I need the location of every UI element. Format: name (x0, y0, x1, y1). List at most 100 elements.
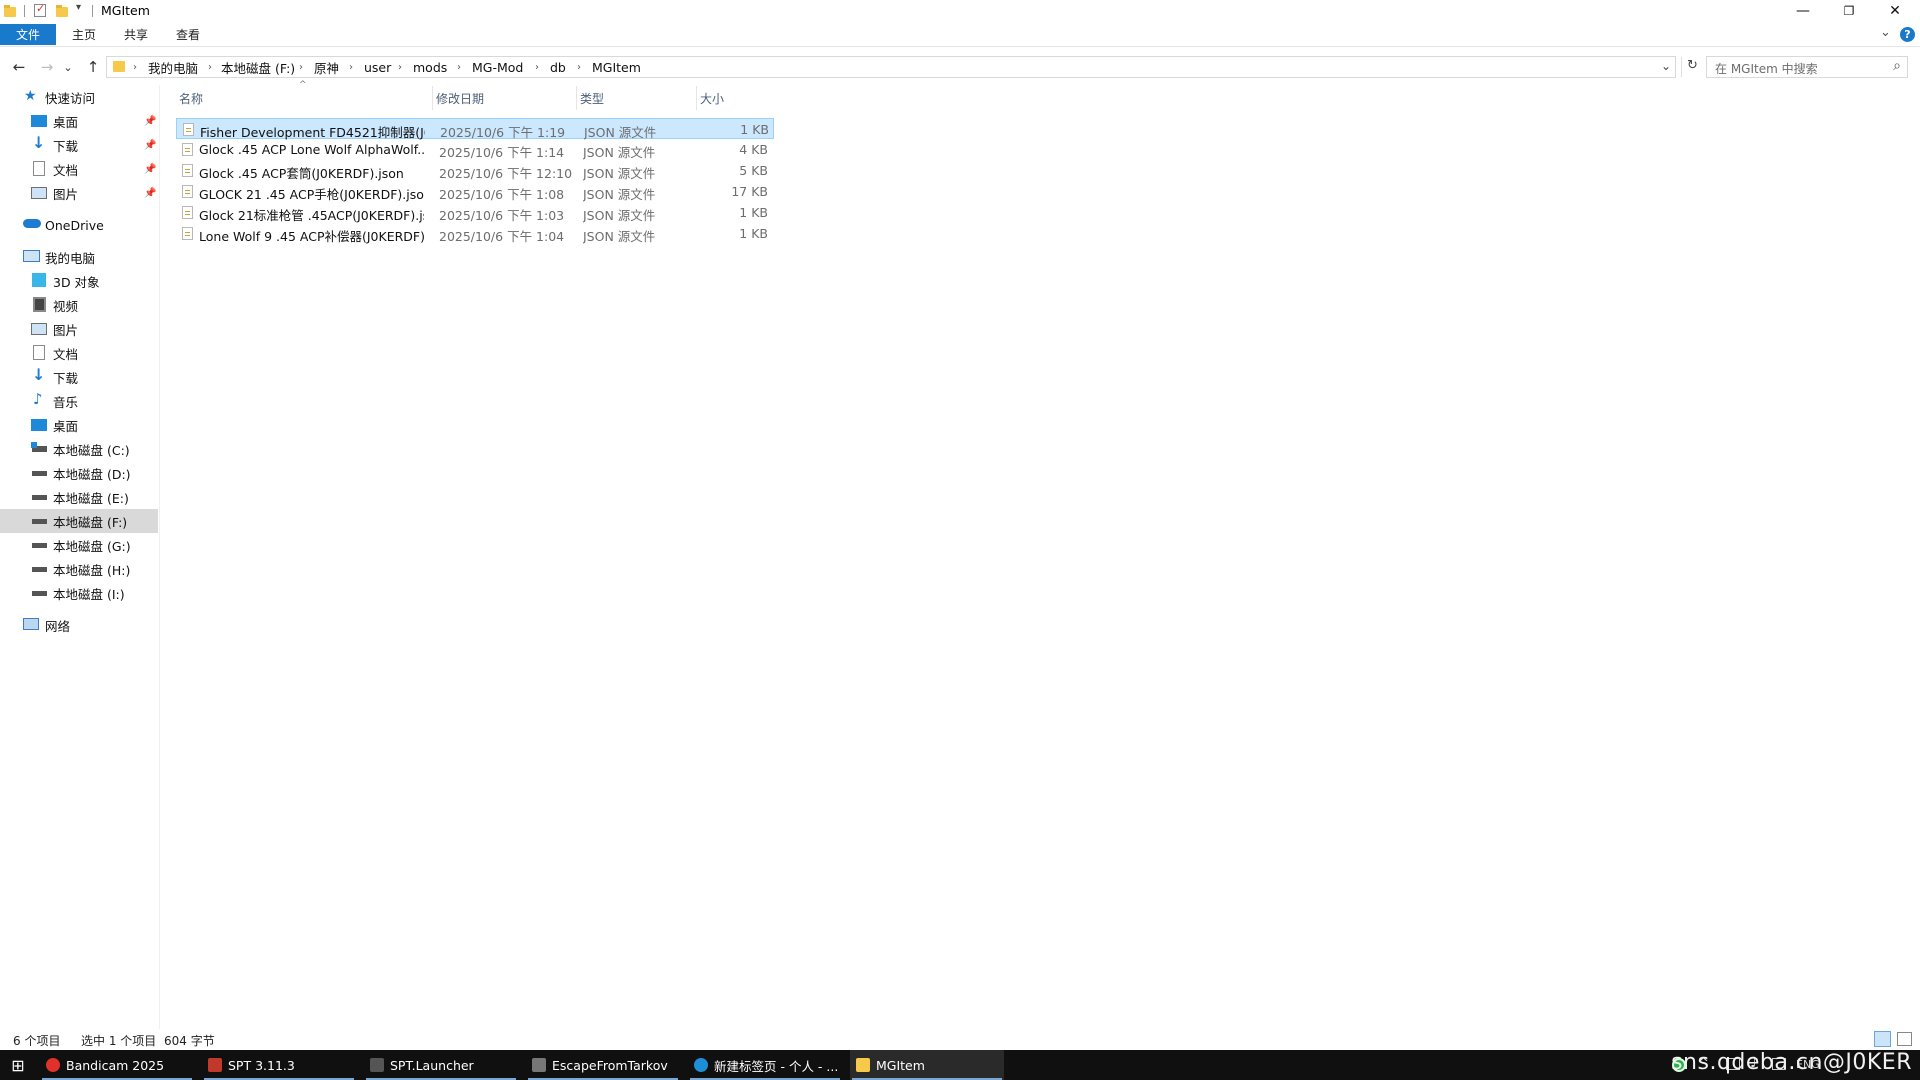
sidebar-item-drive-g[interactable]: 本地磁盘 (G:) (0, 533, 158, 557)
taskbar-app-label: Bandicam 2025 (66, 1057, 165, 1073)
star-icon: ★ (24, 88, 37, 104)
sidebar-item-drive-i[interactable]: 本地磁盘 (I:) (0, 581, 158, 605)
sidebar-item-downloads-pc[interactable]: ↓ 下载 (0, 365, 158, 389)
sidebar-item-desktop[interactable]: 桌面 📌 (0, 109, 158, 133)
file-row[interactable]: Lone Wolf 9 .45 ACP补偿器(J0KERDF).... 2025… (176, 223, 774, 244)
tab-file[interactable]: 文件 (0, 24, 56, 45)
properties-icon[interactable] (34, 2, 46, 17)
file-type: JSON 源文件 (583, 145, 656, 160)
navigation-pane: ★ 快速访问 桌面 📌 ↓ 下载 📌 文档 📌 图片 📌 OneDrive 我的… (0, 85, 160, 1029)
tab-share[interactable]: 共享 (110, 24, 162, 45)
file-row[interactable]: Fisher Development FD4521抑制器(J0... 2025/… (176, 118, 774, 140)
qat-dropdown-icon[interactable]: ▾ (76, 2, 81, 13)
breadcrumb-separator[interactable]: › (208, 57, 212, 77)
sidebar-item-pictures-pc[interactable]: 图片 (0, 317, 158, 341)
column-header-date[interactable]: 修改日期 (433, 86, 577, 110)
sidebar-item-label: 本地磁盘 (I:) (53, 586, 125, 602)
large-icons-view-icon[interactable] (1897, 1032, 1912, 1046)
minimize-button[interactable]: — (1780, 0, 1826, 22)
sidebar-item-3d-objects[interactable]: 3D 对象 (0, 269, 158, 293)
sidebar-item-label: 桌面 (53, 418, 79, 434)
file-size: 5 KB (739, 163, 768, 178)
sidebar-item-drive-d[interactable]: 本地磁盘 (D:) (0, 461, 158, 485)
sidebar-item-videos[interactable]: 视频 (0, 293, 158, 317)
document-icon (33, 345, 45, 360)
start-button[interactable]: ⊞ (0, 1050, 36, 1080)
sidebar-item-documents[interactable]: 文档 📌 (0, 157, 158, 181)
search-icon[interactable]: ⌕ (1893, 58, 1901, 74)
recent-locations-button[interactable]: ⌄ (61, 56, 75, 78)
taskbar-app-bandicam[interactable]: Bandicam 2025 (40, 1050, 194, 1080)
breadcrumb-mods[interactable]: mods (413, 57, 447, 77)
sidebar-item-label: 本地磁盘 (G:) (53, 538, 131, 554)
tab-home[interactable]: 主页 (58, 24, 110, 45)
sidebar-item-pictures[interactable]: 图片 📌 (0, 181, 158, 205)
restore-button[interactable]: ❐ (1826, 0, 1872, 22)
pin-icon[interactable]: 📌 (144, 164, 156, 175)
pin-icon[interactable]: 📌 (144, 116, 156, 127)
drive-icon (32, 591, 47, 596)
column-header-type[interactable]: 类型 (577, 86, 697, 110)
breadcrumb-mg-mod[interactable]: MG-Mod (472, 57, 523, 77)
sidebar-item-this-pc[interactable]: 我的电脑 (0, 245, 158, 269)
back-button[interactable]: ← (8, 56, 30, 78)
breadcrumb-separator[interactable]: › (349, 57, 353, 77)
column-header-name[interactable]: 名称 (176, 86, 433, 110)
breadcrumb-this-pc[interactable]: 我的电脑 (148, 57, 198, 77)
sidebar-item-drive-h[interactable]: 本地磁盘 (H:) (0, 557, 158, 581)
pin-icon[interactable]: 📌 (144, 140, 156, 151)
pin-icon[interactable]: 📌 (144, 188, 156, 199)
sidebar-item-desktop-pc[interactable]: 桌面 (0, 413, 158, 437)
breadcrumb-separator[interactable]: › (398, 57, 402, 77)
sidebar-item-network[interactable]: 网络 (0, 613, 158, 637)
breadcrumb-separator[interactable]: › (299, 57, 303, 77)
sidebar-item-label: 图片 (53, 322, 79, 338)
divider (1681, 57, 1682, 77)
breadcrumb-separator[interactable]: › (133, 57, 137, 77)
breadcrumb-separator[interactable]: › (457, 57, 461, 77)
taskbar-app-spt[interactable]: SPT 3.11.3 (202, 1050, 356, 1080)
taskbar-app-spt-launcher[interactable]: SPT.Launcher (364, 1050, 518, 1080)
new-folder-icon[interactable] (56, 5, 68, 17)
breadcrumb-separator[interactable]: › (577, 57, 581, 77)
breadcrumb-separator[interactable]: › (535, 57, 539, 77)
file-row[interactable]: Glock .45 ACP套筒(J0KERDF).json 2025/10/6 … (176, 160, 774, 181)
search-input[interactable]: 在 MGItem 中搜索 ⌕ (1706, 56, 1908, 78)
column-header-size[interactable]: 大小 (697, 86, 776, 110)
sidebar-item-label: 下载 (53, 370, 79, 386)
ribbon-expand-icon[interactable]: ⌄ (1880, 25, 1891, 40)
address-bar[interactable]: › 我的电脑 › 本地磁盘 (F:) › 原神 › user › mods › … (106, 56, 1698, 78)
file-row[interactable]: Glock 21标准枪管 .45ACP(J0KERDF).js... 2025/… (176, 202, 774, 223)
breadcrumb-drive-f[interactable]: 本地磁盘 (F:) (221, 57, 295, 77)
breadcrumb-user[interactable]: user (364, 57, 391, 77)
taskbar-app-tarkov[interactable]: EscapeFromTarkov (526, 1050, 680, 1080)
help-icon[interactable]: ? (1900, 27, 1915, 42)
explorer-icon (856, 1058, 870, 1072)
refresh-icon[interactable]: ↻ (1687, 58, 1698, 73)
taskbar-app-explorer[interactable]: MGItem (850, 1050, 1004, 1080)
taskbar-app-edge[interactable]: 新建标签页 - 个人 - ... (688, 1050, 842, 1080)
sidebar-item-downloads[interactable]: ↓ 下载 📌 (0, 133, 158, 157)
sidebar-item-label: 文档 (53, 162, 79, 178)
breadcrumb-db[interactable]: db (550, 57, 566, 77)
forward-button[interactable]: → (36, 56, 58, 78)
sidebar-item-drive-e[interactable]: 本地磁盘 (E:) (0, 485, 158, 509)
sidebar-item-quick-access[interactable]: ★ 快速访问 (0, 85, 158, 109)
file-row[interactable]: GLOCK 21 .45 ACP手枪(J0KERDF).json 2025/10… (176, 181, 774, 202)
sidebar-item-documents-pc[interactable]: 文档 (0, 341, 158, 365)
file-row[interactable]: Glock .45 ACP Lone Wolf AlphaWolf... 202… (176, 139, 774, 160)
up-button[interactable]: ↑ (82, 56, 104, 78)
sidebar-item-drive-c[interactable]: 本地磁盘 (C:) (0, 437, 158, 461)
breadcrumb-yuanshen[interactable]: 原神 (314, 57, 339, 77)
close-button[interactable]: ✕ (1872, 0, 1918, 22)
sidebar-item-drive-f[interactable]: 本地磁盘 (F:) (0, 509, 158, 533)
cloud-icon (23, 219, 41, 228)
tab-view[interactable]: 查看 (162, 24, 214, 45)
file-date: 2025/10/6 下午 12:10 (439, 166, 573, 181)
breadcrumb-mgitem[interactable]: MGItem (592, 57, 641, 77)
details-view-icon[interactable] (1874, 1031, 1891, 1047)
sidebar-item-music[interactable]: ♪ 音乐 (0, 389, 158, 413)
sidebar-item-onedrive[interactable]: OneDrive (0, 213, 158, 237)
address-dropdown-icon[interactable]: ⌄ (1661, 59, 1671, 73)
picture-icon (31, 323, 47, 335)
